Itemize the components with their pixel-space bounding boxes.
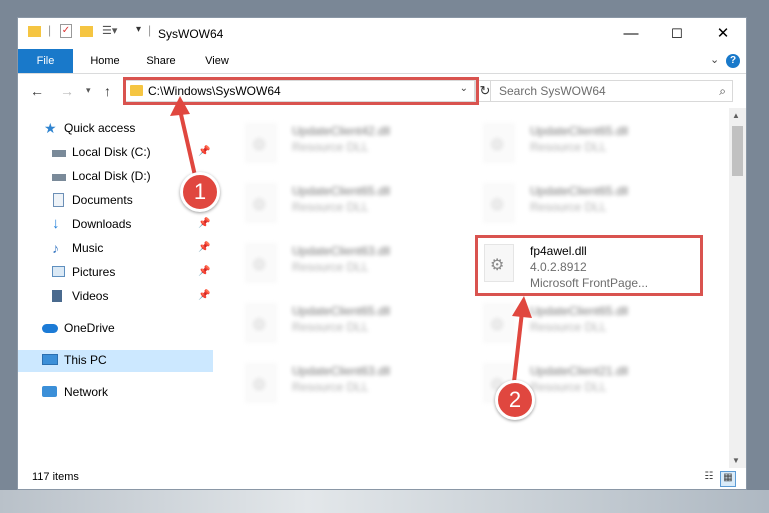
annotation-arrows [170, 96, 532, 383]
step-1-badge: 1 [180, 172, 220, 212]
arrow-1-head [170, 96, 190, 116]
arrow-2-shaft [512, 311, 524, 383]
arrow-1-shaft [178, 109, 198, 181]
step-2-badge: 2 [495, 380, 535, 420]
arrow-2-head [512, 296, 532, 318]
